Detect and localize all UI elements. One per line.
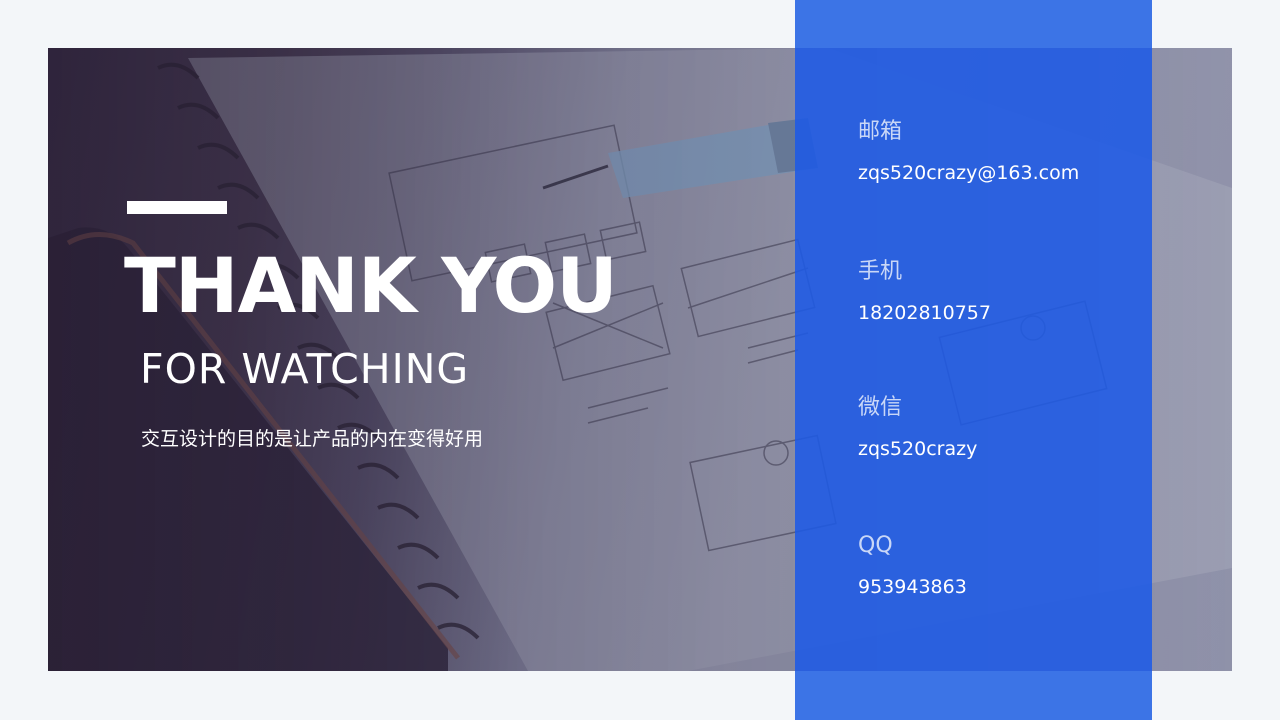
subtitle-for-watching: FOR WATCHING (140, 345, 470, 393)
contact-phone: 手机 18202810757 (858, 261, 1138, 323)
contact-qq-label: QQ (858, 533, 893, 558)
thank-you-slide: THANK YOU FOR WATCHING 交互设计的目的是让产品的内在变得好… (0, 0, 1280, 720)
contact-qq-value: 953943863 (858, 576, 967, 598)
contact-panel (795, 0, 1152, 720)
contact-email-label: 邮箱 (858, 119, 903, 144)
tagline-text: 交互设计的目的是让产品的内在变得好用 (141, 428, 484, 450)
contact-wechat-value: zqs520crazy (858, 438, 978, 460)
title-accent-bar (127, 201, 227, 214)
contact-qq: QQ 953943863 (858, 535, 1138, 597)
contact-phone-label: 手机 (858, 259, 903, 284)
contact-wechat-label: 微信 (858, 395, 903, 420)
contact-panel-top-edge (795, 0, 1152, 48)
contact-wechat: 微信 zqs520crazy (858, 397, 1138, 459)
title-thank-you: THANK YOU (124, 241, 618, 330)
contact-email: 邮箱 zqs520crazy@163.com (858, 121, 1138, 183)
contact-phone-value: 18202810757 (858, 302, 991, 324)
contact-panel-bottom-edge (795, 671, 1152, 720)
contact-email-value: zqs520crazy@163.com (858, 162, 1080, 184)
